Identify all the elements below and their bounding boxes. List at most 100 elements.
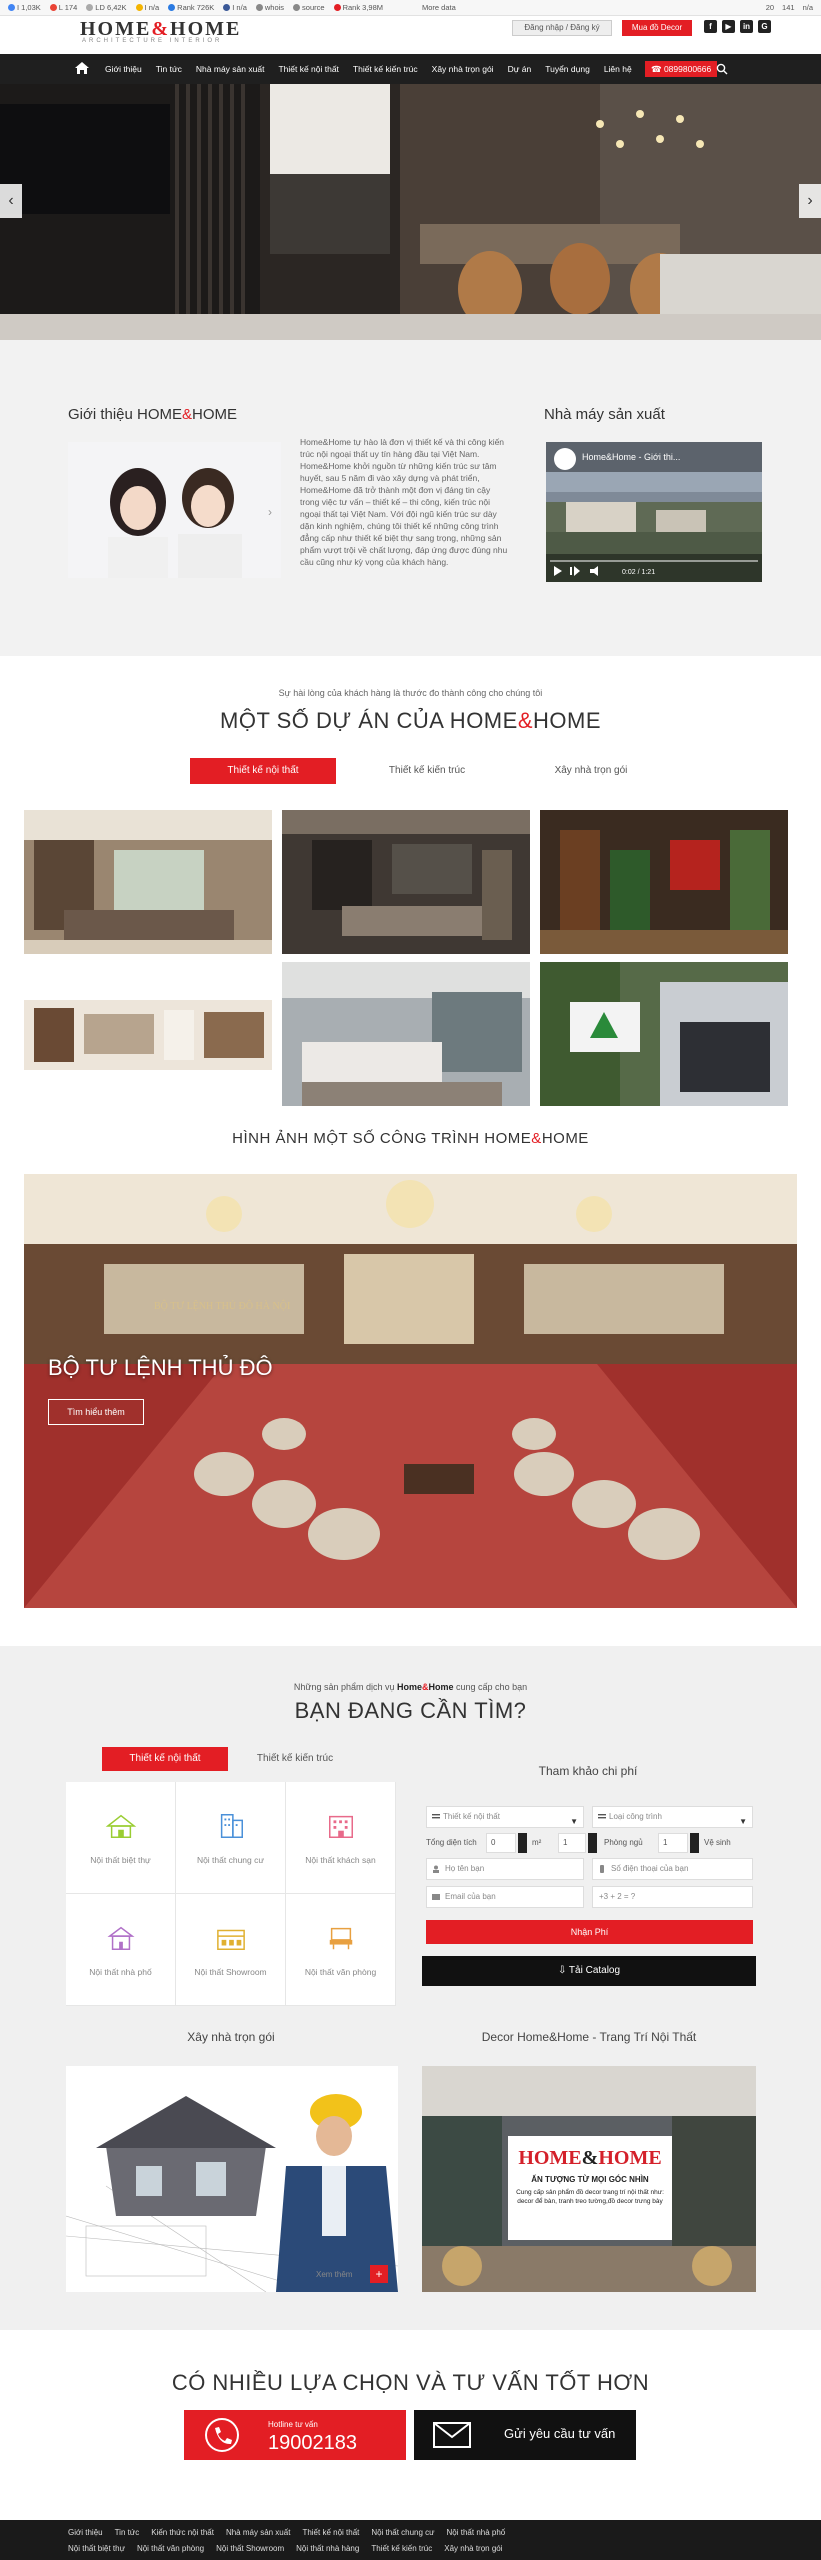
project-image[interactable] — [282, 962, 530, 1106]
facebook-icon[interactable]: f — [704, 20, 717, 33]
google-plus-icon[interactable]: G — [758, 20, 771, 33]
nav-item[interactable]: Dự án — [501, 54, 539, 84]
works-title-text2: HOME — [541, 1130, 589, 1147]
project-image[interactable] — [24, 810, 272, 954]
floor-input[interactable]: 1 — [558, 1833, 586, 1853]
category-item[interactable]: Nội thất khách sạn — [286, 1782, 396, 1894]
project-image[interactable] — [24, 1000, 272, 1070]
category-item[interactable]: Nội thất văn phòng — [286, 1894, 396, 2006]
intro-photo[interactable]: › — [68, 442, 281, 578]
slider-next-button[interactable]: › — [799, 184, 821, 218]
intro-title-amp: & — [182, 406, 193, 423]
nav-item[interactable]: Thiết kế nội thất — [271, 54, 345, 84]
design-type-select[interactable]: Thiết kế nội thất ▼ — [426, 1806, 584, 1828]
quote-title: Tham khảo chi phí — [538, 1764, 638, 1778]
project-image[interactable] — [540, 962, 788, 1106]
footer-link[interactable]: Thiết kế kiến trúc — [371, 2544, 432, 2553]
works-featured-image[interactable]: BỘ TƯ LỆNH THỦ ĐÔ HÀ NỘI — [24, 1174, 797, 1608]
seo-metric[interactable]: whois — [255, 3, 284, 12]
footer-link[interactable]: Thiết kế nội thất — [302, 2528, 359, 2537]
category-grid: Nội thất biệt thự Nội thất chung cư Nội th… — [66, 1782, 396, 2006]
login-register-button[interactable]: Đăng nhập / Đăng ký — [512, 20, 612, 36]
bedrooms-input[interactable]: 1 — [658, 1833, 688, 1853]
seo-metric[interactable]: I n/a — [135, 3, 159, 12]
category-item[interactable]: Nội thất Showroom — [176, 1894, 286, 2006]
footer-link[interactable]: Nội thất Showroom — [216, 2544, 284, 2553]
get-quote-button[interactable]: Nhận Phí — [426, 1920, 753, 1944]
learn-more-button[interactable]: Tìm hiểu thêm — [48, 1399, 144, 1425]
buy-decor-button[interactable]: Mua đồ Decor — [622, 20, 692, 36]
seo-metric[interactable]: I 1,03K — [8, 3, 41, 12]
video-controls-icon[interactable] — [554, 566, 614, 576]
seo-metric[interactable]: LD 6,42K — [86, 3, 127, 12]
phone-placeholder: Số điện thoại của bạn — [611, 1864, 689, 1873]
list-icon — [432, 1814, 440, 1819]
footer-link[interactable]: Nhà máy sản xuất — [226, 2528, 290, 2537]
seo-metric[interactable]: Rank 3,98M — [333, 3, 383, 12]
download-catalog-button[interactable]: ⇩ Tải Catalog — [422, 1956, 756, 1986]
category-item[interactable]: Nội thất nhà phố — [66, 1894, 176, 2006]
footer-link[interactable]: Tin tức — [115, 2528, 140, 2537]
linkedin-icon[interactable]: in — [740, 20, 753, 33]
footer-link[interactable]: Kiến thức nội thất — [151, 2528, 214, 2537]
nav-item[interactable]: Thiết kế kiến trúc — [346, 54, 425, 84]
nav-item[interactable]: Giới thiệu — [98, 54, 149, 84]
request-consult-button[interactable]: Gửi yêu cầu tư vấn — [414, 2410, 636, 2460]
view-more-plus-button[interactable]: + — [370, 2265, 388, 2283]
slider-prev-button[interactable]: ‹ — [0, 184, 22, 218]
name-field[interactable]: Họ tên bạn — [426, 1858, 584, 1880]
factory-video-player[interactable]: Home&Home - Giới thi... 0:02 / 1:21 — [546, 442, 762, 582]
youtube-icon[interactable]: ▶ — [722, 20, 735, 33]
seo-metric[interactable]: source — [293, 3, 325, 12]
nav-item[interactable]: Nhà máy sản xuất — [189, 54, 272, 84]
project-image-graphic — [24, 810, 272, 954]
building-type-select[interactable]: Loại công trình ▼ — [592, 1806, 753, 1828]
tab-architecture[interactable]: Thiết kế kiến trúc — [230, 1747, 360, 1771]
tab-architecture-design[interactable]: Thiết kế kiến trúc — [354, 758, 500, 784]
logo-text-right: HOME — [170, 18, 242, 40]
search-icon[interactable] — [716, 63, 728, 75]
nav-item[interactable]: Liên hệ — [597, 54, 639, 84]
phone-icon — [205, 2418, 239, 2452]
seo-metric[interactable]: Rank 726K — [168, 3, 214, 12]
captcha-field[interactable]: +3 + 2 = ? — [592, 1886, 753, 1908]
view-more-label[interactable]: Xem thêm — [316, 2270, 352, 2279]
project-image[interactable] — [540, 810, 788, 954]
phone-field[interactable]: Số điện thoại của bạn — [592, 1858, 753, 1880]
footer-link[interactable]: Nội thất nhà phố — [447, 2528, 506, 2537]
tab-turnkey-build[interactable]: Xây nhà trọn gói — [518, 758, 664, 784]
project-image[interactable] — [282, 810, 530, 954]
rank-icon — [333, 4, 341, 11]
more-data-link[interactable]: More data — [422, 3, 456, 12]
nav-phone[interactable]: ☎ 0899800666 — [645, 61, 718, 77]
decor-image[interactable]: HOME&HOME ẤN TƯỢNG TỪ MỌI GÓC NHÌN Cung … — [422, 2066, 756, 2292]
bedrooms-stepper[interactable] — [690, 1833, 699, 1853]
footer-link[interactable]: Nội thất biệt thự — [68, 2544, 125, 2553]
footer-link[interactable]: Giới thiệu — [68, 2528, 103, 2537]
tab-interior[interactable]: Thiết kế nội thất — [102, 1747, 228, 1771]
category-item[interactable]: Nội thất chung cư — [176, 1782, 286, 1894]
category-item[interactable]: Nội thất biệt thự — [66, 1782, 176, 1894]
video-progress-bar[interactable] — [550, 560, 758, 562]
nav-item[interactable]: Tuyển dụng — [538, 54, 597, 84]
area-input[interactable]: 0 — [486, 1833, 516, 1853]
hero-slider: ‹ › — [0, 84, 821, 340]
footer-link[interactable]: Nội thất văn phòng — [137, 2544, 204, 2553]
floor-stepper[interactable] — [588, 1833, 597, 1853]
decor-banner-text: Cung cấp sản phẩm đồ decor trang trí nội… — [516, 2189, 664, 2205]
seo-metric[interactable]: L 174 — [49, 3, 77, 12]
tab-interior-design[interactable]: Thiết kế nội thất — [190, 758, 336, 784]
email-field[interactable]: Email của bạn — [426, 1886, 584, 1908]
nav-item[interactable]: Tin tức — [149, 54, 189, 84]
footer-link[interactable]: Nội thất chung cư — [371, 2528, 434, 2537]
intro-title: Giới thiệu HOME&HOME — [68, 406, 237, 423]
phone-icon — [600, 1865, 604, 1873]
turnkey-image[interactable]: Xem thêm + — [66, 2066, 398, 2292]
home-icon[interactable] — [74, 60, 90, 76]
footer-link[interactable]: Xây nhà trọn gói — [444, 2544, 502, 2553]
area-stepper[interactable] — [518, 1833, 527, 1853]
footer-link[interactable]: Nội thất nhà hàng — [296, 2544, 359, 2553]
hotline-button[interactable]: Hotline tư vấn 19002183 — [184, 2410, 406, 2460]
nav-item[interactable]: Xây nhà trọn gói — [425, 54, 501, 84]
seo-metric[interactable]: I n/a — [223, 3, 247, 12]
